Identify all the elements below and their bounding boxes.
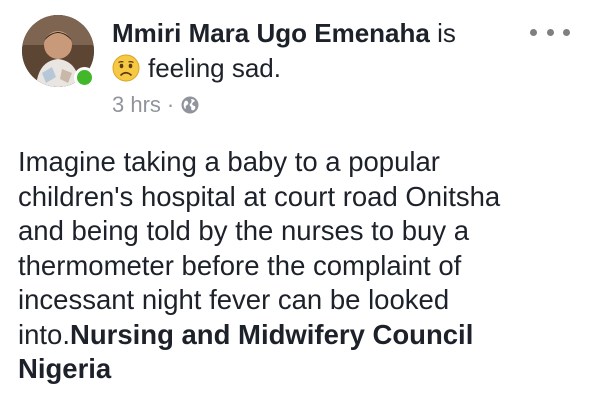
more-options-dot [530,28,537,36]
meta-separator: · [166,92,175,117]
author-name-link[interactable]: Mmiri Mara Ugo Emenaha [112,18,430,48]
online-status-dot [74,67,95,88]
facebook-post: Mmiri Mara Ugo Emenaha is feeling sad. 3… [0,0,599,400]
feeling-prefix: is [429,18,456,48]
more-options-dot [563,28,570,36]
more-options-dot [546,28,554,36]
post-body-text: into. [18,318,70,350]
post-body-line: children's hospital at court road Onitsh… [18,180,501,212]
post-body-line: Imagine taking a baby to a popular [18,146,440,177]
author-avatar-wrap[interactable] [22,15,96,89]
more-options-button[interactable] [530,22,570,42]
post-body-line: thermometer before the complaint of [18,249,462,281]
tagged-page-link[interactable]: Nursing and Midwifery Council [70,319,473,350]
post-body-line: incessant night fever can be looked [18,284,450,315]
post-body-line: and being told by the nurses to buy a [18,215,470,246]
sad-face-icon [112,54,140,82]
post-header: Mmiri Mara Ugo Emenaha is [112,17,456,49]
feeling-text[interactable]: feeling sad. [148,52,281,84]
post-body-line: Nigeria [18,352,588,387]
post-body: Imagine taking a baby to a popular child… [18,145,588,387]
timestamp-link[interactable]: 3 hrs [112,92,161,118]
tagged-page-link-continued[interactable]: Nigeria [18,353,111,384]
post-meta: 3 hrs · [112,92,200,118]
globe-icon[interactable] [180,95,200,115]
feeling-line: feeling sad. [112,52,281,84]
post-body-line: into.Nursing and Midwifery Council [18,318,588,353]
